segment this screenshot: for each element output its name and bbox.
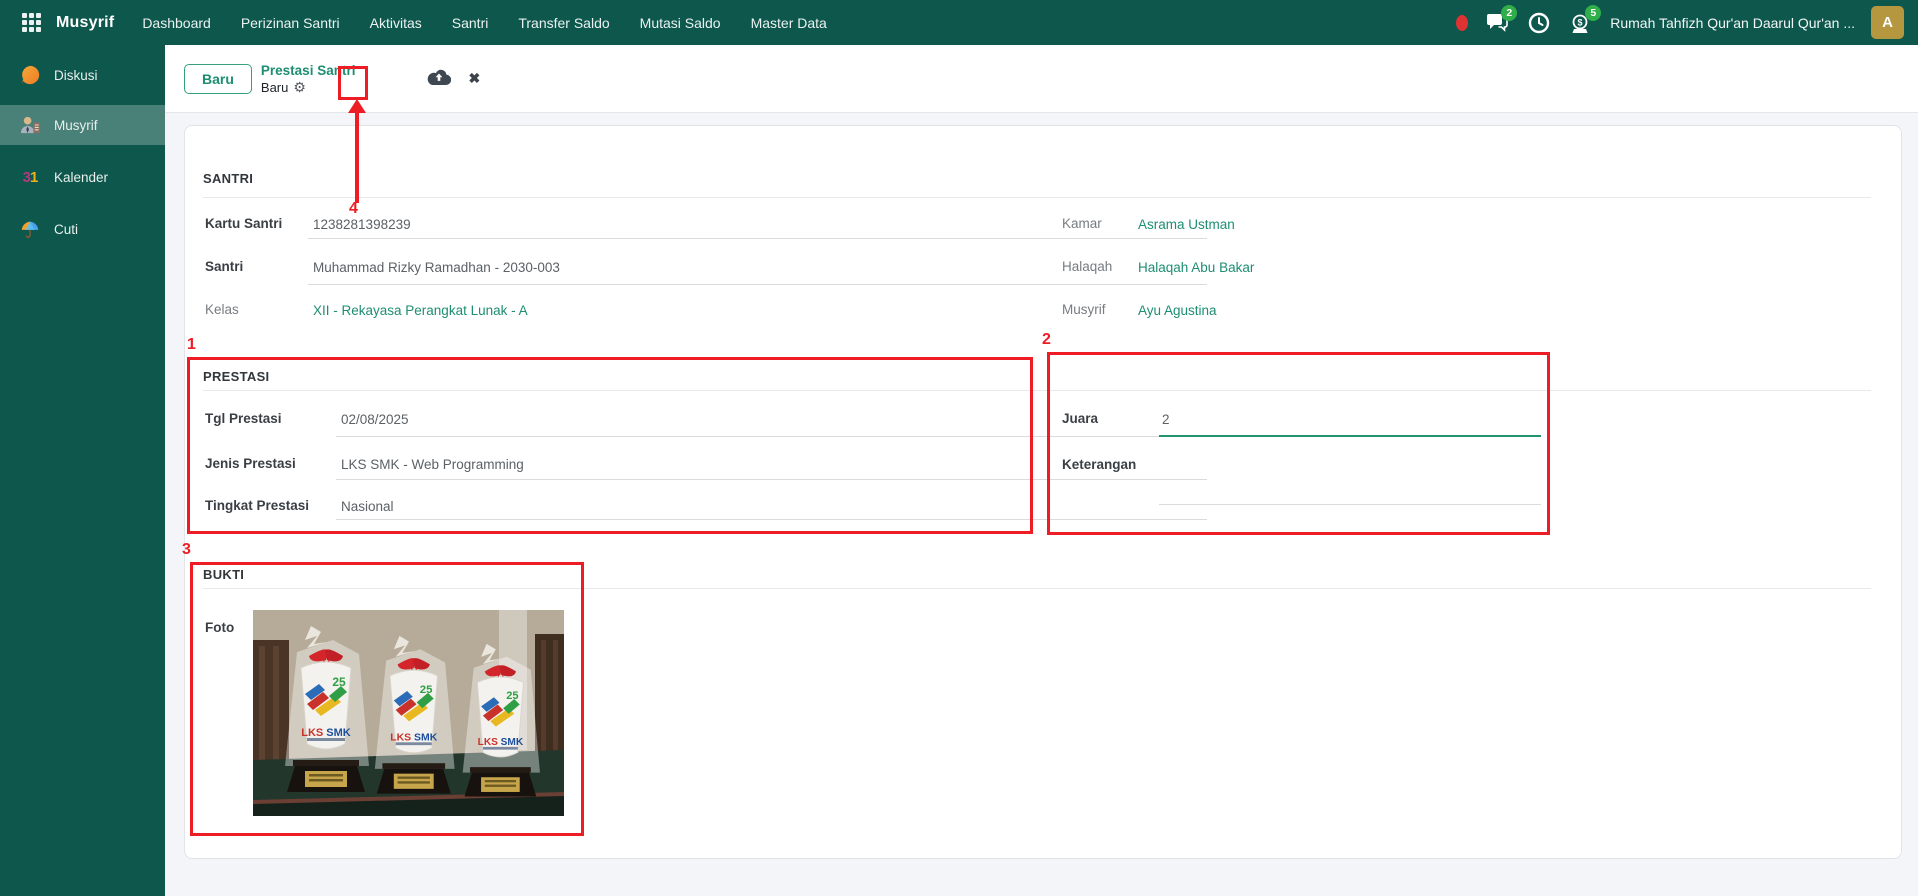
keterangan-label: Keterangan	[1062, 457, 1136, 472]
umbrella-icon	[18, 217, 42, 241]
sidebar-item-cuti[interactable]: Cuti	[0, 209, 165, 249]
tgl-prestasi-input[interactable]: 02/08/2025	[341, 412, 409, 427]
app-title[interactable]: Musyrif	[56, 14, 114, 32]
discard-icon[interactable]: ✖	[468, 70, 480, 87]
nav-item-santri[interactable]: Santri	[452, 15, 489, 31]
section-title-santri: SANTRI	[203, 171, 253, 186]
form-view: SANTRI Kartu Santri 1238281398239 Santri…	[165, 113, 1918, 896]
top-navbar: Musyrif Dashboard Perizinan Santri Aktiv…	[0, 0, 1918, 45]
section-divider	[203, 197, 1871, 198]
input-underline	[1159, 504, 1541, 505]
tingkat-prestasi-label: Tingkat Prestasi	[205, 498, 309, 513]
juara-label: Juara	[1062, 411, 1098, 426]
cloud-save-icon[interactable]	[427, 67, 451, 91]
santri-input[interactable]: Muhammad Rizky Ramadhan - 2030-003	[313, 260, 560, 275]
svg-text:25: 25	[332, 675, 346, 689]
foto-label: Foto	[205, 620, 234, 635]
sidebar-item-diskusi[interactable]: Diskusi	[0, 55, 165, 95]
new-record-button[interactable]: Baru	[184, 64, 252, 94]
messages-icon[interactable]: 2	[1484, 10, 1510, 36]
nav-item-aktivitas[interactable]: Aktivitas	[370, 15, 422, 31]
sidebar-item-musyrif[interactable]: Musyrif	[0, 105, 165, 145]
input-underline	[308, 284, 1207, 285]
tgl-prestasi-label: Tgl Prestasi	[205, 411, 282, 426]
messages-badge: 2	[1501, 5, 1517, 21]
kartu-santri-label: Kartu Santri	[205, 216, 282, 231]
company-switcher[interactable]: Rumah Tahfizh Qur'an Daarul Qur'an ...	[1610, 15, 1855, 31]
keterangan-input[interactable]	[1162, 458, 1462, 498]
annotation-arrow-shaft	[355, 111, 359, 203]
section-divider	[203, 588, 1871, 589]
kamar-label: Kamar	[1062, 216, 1102, 231]
nav-item-dashboard[interactable]: Dashboard	[142, 15, 211, 31]
annotation-label-2: 2	[1042, 331, 1051, 349]
nav-item-transfer-saldo[interactable]: Transfer Saldo	[518, 15, 609, 31]
sidebar: Diskusi Musyrif 31 Kalender	[0, 45, 165, 896]
musyrif-icon	[18, 113, 42, 137]
main-menu: Dashboard Perizinan Santri Aktivitas San…	[142, 15, 827, 31]
apps-grid-icon[interactable]	[22, 13, 42, 33]
calendar-icon: 31	[18, 165, 42, 189]
annotation-label-3: 3	[182, 541, 191, 559]
activities-badge: 5	[1585, 5, 1601, 21]
input-underline	[336, 436, 1207, 437]
breadcrumb-parent-link[interactable]: Prestasi Santri	[261, 62, 356, 79]
jenis-prestasi-label: Jenis Prestasi	[205, 456, 296, 471]
form-sheet: SANTRI Kartu Santri 1238281398239 Santri…	[184, 125, 1902, 859]
discuss-icon	[18, 63, 42, 87]
input-underline	[308, 238, 1207, 239]
kelas-link[interactable]: XII - Rekayasa Perangkat Lunak - A	[313, 303, 528, 318]
svg-text:LKS SMK: LKS SMK	[301, 727, 351, 739]
breadcrumb: Prestasi Santri Baru ⚙	[261, 62, 356, 96]
input-underline-focused	[1159, 435, 1541, 437]
musyrif-label: Musyrif	[1062, 302, 1106, 317]
nav-item-master-data[interactable]: Master Data	[751, 15, 827, 31]
input-underline	[336, 519, 1207, 520]
user-avatar[interactable]: A	[1871, 6, 1904, 39]
saldo-icon[interactable]: $ 5	[1568, 10, 1594, 36]
foto-image[interactable]: 25 LKS SMK	[253, 610, 564, 816]
nav-item-perizinan-santri[interactable]: Perizinan Santri	[241, 15, 340, 31]
kartu-santri-input[interactable]: 1238281398239	[313, 217, 411, 232]
section-divider	[203, 390, 1871, 391]
clock-icon[interactable]	[1526, 10, 1552, 36]
breadcrumb-bar: Baru Prestasi Santri Baru ⚙ ✖	[165, 45, 1918, 113]
svg-text:LKS SMK: LKS SMK	[390, 732, 437, 743]
kelas-label: Kelas	[205, 302, 239, 317]
kamar-link[interactable]: Asrama Ustman	[1138, 217, 1235, 232]
halaqah-label: Halaqah	[1062, 259, 1112, 274]
annotation-label-1: 1	[187, 336, 196, 354]
svg-text:LKS SMK: LKS SMK	[478, 737, 524, 748]
sidebar-item-label: Kalender	[54, 170, 108, 185]
tingkat-prestasi-input[interactable]: Nasional	[341, 499, 394, 514]
section-title-prestasi: PRESTASI	[203, 369, 269, 384]
breadcrumb-current: Baru	[261, 79, 288, 96]
juara-input[interactable]: 2	[1162, 412, 1170, 427]
section-title-bukti: BUKTI	[203, 567, 244, 582]
input-underline	[336, 479, 1207, 480]
halaqah-link[interactable]: Halaqah Abu Bakar	[1138, 260, 1254, 275]
musyrif-link[interactable]: Ayu Agustina	[1138, 303, 1217, 318]
annotation-label-4: 4	[349, 200, 358, 218]
recording-indicator-icon	[1456, 15, 1468, 31]
nav-item-mutasi-saldo[interactable]: Mutasi Saldo	[640, 15, 721, 31]
svg-text:25: 25	[420, 684, 433, 696]
sidebar-item-label: Diskusi	[54, 68, 98, 83]
gear-icon[interactable]: ⚙	[293, 79, 306, 96]
sidebar-item-label: Cuti	[54, 222, 78, 237]
sidebar-item-kalender[interactable]: 31 Kalender	[0, 157, 165, 197]
santri-label: Santri	[205, 259, 243, 274]
sidebar-item-label: Musyrif	[54, 118, 98, 133]
svg-text:$: $	[1578, 17, 1583, 27]
svg-text:25: 25	[506, 690, 518, 702]
jenis-prestasi-input[interactable]: LKS SMK - Web Programming	[341, 457, 524, 472]
